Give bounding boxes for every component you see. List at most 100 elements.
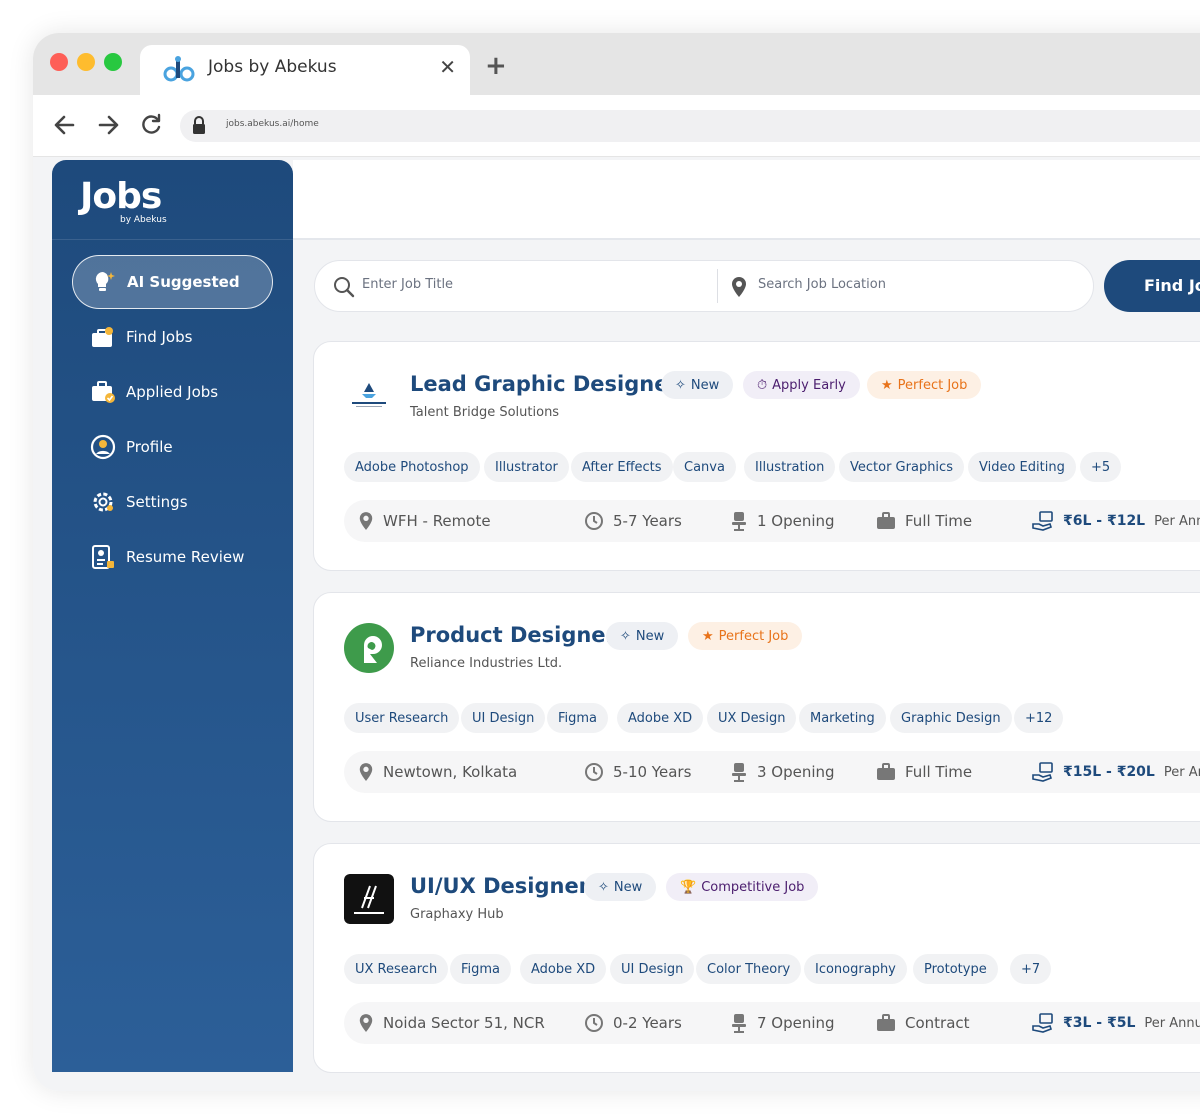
skill-tag: Adobe Photoshop xyxy=(344,452,480,482)
badge-label: Perfect Job xyxy=(718,628,789,644)
sidebar: Jobs by Abekus AI Suggested Find Jobs Ap… xyxy=(52,160,293,1072)
skill-tag: Vector Graphics xyxy=(839,452,964,482)
company-logo xyxy=(344,623,394,673)
browser-window: Jobs by Abekus ✕ + jobs.abekus.ai/home J… xyxy=(33,33,1200,1091)
sidebar-item-find-jobs[interactable]: Find Jobs xyxy=(72,310,273,364)
location-input[interactable]: Search Job Location xyxy=(758,277,886,292)
new-tab-button[interactable]: + xyxy=(485,51,507,81)
clock-icon xyxy=(585,763,603,781)
skill-tag: UI Design xyxy=(610,954,695,984)
sparkle-icon: ✧ xyxy=(620,628,631,644)
sidebar-item-label: Settings xyxy=(126,493,188,511)
sidebar-item-label: Applied Jobs xyxy=(126,383,219,401)
job-location: WFH - Remote xyxy=(358,500,491,542)
address-bar-row: jobs.abekus.ai/home xyxy=(33,95,1200,157)
sidebar-item-settings[interactable]: Settings xyxy=(72,475,273,529)
job-title-input[interactable]: Enter Job Title xyxy=(362,277,453,292)
company-name: Graphaxy Hub xyxy=(410,907,504,922)
job-location: Noida Sector 51, NCR xyxy=(358,1002,545,1044)
close-window-button[interactable] xyxy=(50,53,68,71)
skill-tag: UX Research xyxy=(344,954,449,984)
logo[interactable]: Jobs by Abekus xyxy=(52,160,293,240)
sidebar-item-applied-jobs[interactable]: Applied Jobs xyxy=(72,365,273,419)
find-jobs-button[interactable]: Find Jo xyxy=(1104,260,1200,312)
abekus-favicon-icon xyxy=(163,56,195,82)
skill-tag: Graphic Design xyxy=(890,703,1012,733)
job-title[interactable]: UI/UX Designer xyxy=(410,874,589,898)
browser-tab[interactable]: Jobs by Abekus ✕ xyxy=(140,45,470,95)
job-salary: ₹15L - ₹20L Per Annum xyxy=(1032,751,1200,793)
more-skills-tag[interactable]: +5 xyxy=(1080,452,1122,482)
more-skills-tag[interactable]: +7 xyxy=(1010,954,1052,984)
job-title[interactable]: Lead Graphic Designer xyxy=(410,372,679,396)
skill-tag: Figma xyxy=(450,954,512,984)
top-header xyxy=(293,160,1200,240)
sidebar-item-resume-review[interactable]: Resume Review xyxy=(72,530,273,584)
job-title[interactable]: Product Designer xyxy=(410,623,616,647)
briefcase-check-icon xyxy=(90,379,116,405)
chair-icon xyxy=(732,763,746,782)
sidebar-item-label: AI Suggested xyxy=(127,273,240,291)
job-meta: Noida Sector 51, NCR 0-2 Years 7 Opening… xyxy=(344,1002,1200,1044)
back-arrow-icon[interactable] xyxy=(51,111,79,139)
badge-label: New xyxy=(613,879,643,895)
skill-tag: Illustration xyxy=(744,452,836,482)
skill-tag: Prototype xyxy=(913,954,998,984)
skill-tag: Video Editing xyxy=(968,452,1076,482)
lock-icon xyxy=(193,116,205,134)
job-experience: 0-2 Years xyxy=(584,1002,682,1044)
salary-hand-icon xyxy=(1032,1013,1053,1033)
close-tab-icon[interactable]: ✕ xyxy=(439,55,456,79)
skill-tag: Canva xyxy=(673,452,736,482)
location-pin-icon xyxy=(359,763,373,781)
job-salary: ₹3L - ₹5L Per Annum xyxy=(1032,1002,1200,1044)
maximize-window-button[interactable] xyxy=(104,53,122,71)
badge-label: Apply Early xyxy=(772,377,846,393)
badge-new: ✧ New xyxy=(661,371,734,399)
job-meta: WFH - Remote 5-7 Years 1 Opening Full Ti… xyxy=(344,500,1200,542)
search-icon xyxy=(334,277,355,298)
logo-subtitle: by Abekus xyxy=(120,215,167,225)
star-icon: ★ xyxy=(881,377,893,393)
url-field[interactable]: jobs.abekus.ai/home xyxy=(180,110,1200,142)
minimize-window-button[interactable] xyxy=(77,53,95,71)
job-salary: ₹6L - ₹12L Per Annum xyxy=(1032,500,1200,542)
job-location: Newtown, Kolkata xyxy=(358,751,517,793)
clock-icon xyxy=(585,512,603,530)
logo-text: Jobs xyxy=(80,176,162,217)
forward-arrow-icon[interactable] xyxy=(94,111,122,139)
job-card[interactable]: Lead Graphic Designer Talent Bridge Solu… xyxy=(313,341,1200,571)
skill-tag: User Research xyxy=(344,703,460,733)
location-pin-icon xyxy=(359,512,373,530)
job-openings: 3 Opening xyxy=(730,751,835,793)
job-card[interactable]: Product Designer Reliance Industries Ltd… xyxy=(313,592,1200,822)
browser-tab-bar: Jobs by Abekus ✕ + xyxy=(33,33,1200,95)
briefcase-icon xyxy=(877,763,895,780)
job-type: Contract xyxy=(876,1002,970,1044)
location-pin-icon xyxy=(732,277,746,297)
reload-icon[interactable] xyxy=(137,111,165,139)
job-meta: Newtown, Kolkata 5-10 Years 3 Opening Fu… xyxy=(344,751,1200,793)
chair-icon xyxy=(732,512,746,531)
salary-hand-icon xyxy=(1032,511,1053,531)
badge-apply-early: ⏱ Apply Early xyxy=(743,371,860,399)
sidebar-item-profile[interactable]: Profile xyxy=(72,420,273,474)
job-experience: 5-10 Years xyxy=(584,751,691,793)
sidebar-item-label: Find Jobs xyxy=(126,328,193,346)
tab-title: Jobs by Abekus xyxy=(208,57,337,77)
job-openings: 7 Opening xyxy=(730,1002,835,1044)
timer-icon: ⏱ xyxy=(757,377,768,393)
skill-tag: Adobe XD xyxy=(617,703,704,733)
sidebar-item-ai-suggested[interactable]: AI Suggested xyxy=(72,255,273,309)
badge-label: Competitive Job xyxy=(701,879,805,895)
badge-label: Perfect Job xyxy=(897,377,968,393)
user-circle-icon xyxy=(90,434,116,460)
chair-icon xyxy=(732,1014,746,1033)
clock-icon xyxy=(585,1014,603,1032)
salary-hand-icon xyxy=(1032,762,1053,782)
sparkle-icon: ✧ xyxy=(598,879,609,895)
job-card[interactable]: UI/UX Designer Graphaxy Hub ✧ New 🏆 Comp… xyxy=(313,843,1200,1073)
more-skills-tag[interactable]: +12 xyxy=(1014,703,1064,733)
badge-new: ✧ New xyxy=(584,873,657,901)
badge-new: ✧ New xyxy=(606,622,679,650)
